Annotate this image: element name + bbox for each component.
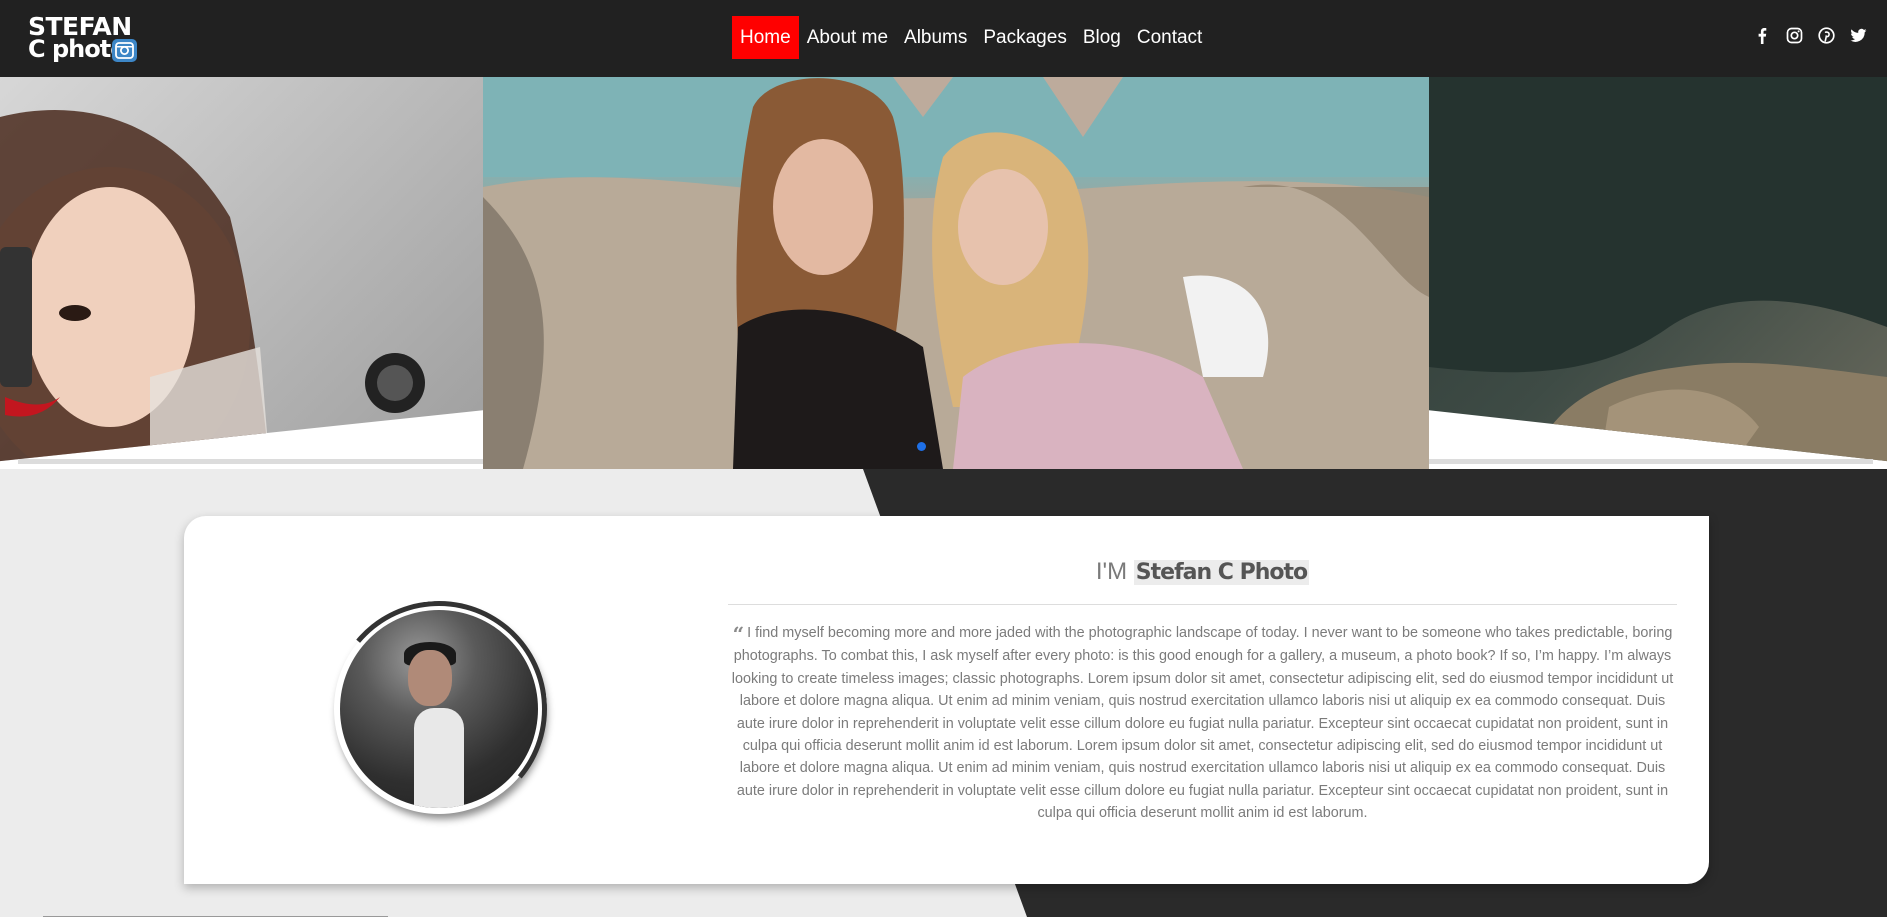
about-divider — [728, 604, 1677, 605]
pinterest-icon[interactable] — [1818, 27, 1835, 44]
nav-item-about-me[interactable]: About me — [799, 16, 896, 59]
nav-item-blog[interactable]: Blog — [1075, 16, 1129, 59]
instagram-icon — [112, 39, 137, 62]
hero-slider[interactable] — [0, 77, 1887, 469]
slider-scrollbar-left — [18, 459, 483, 464]
slide-right-photo[interactable] — [1429, 77, 1887, 462]
about-title-name: Stefan C Photo — [1133, 560, 1310, 585]
social-links — [1754, 27, 1867, 44]
main-nav: Home About me Albums Packages Blog Conta… — [732, 16, 1210, 59]
about-text: “I find myself becoming more and more ja… — [725, 622, 1680, 825]
nav-item-contact[interactable]: Contact — [1129, 16, 1210, 59]
about-title: I'M Stefan C Photo — [729, 558, 1676, 586]
slide-left-photo[interactable] — [0, 77, 483, 462]
slide-center-photo[interactable] — [483, 77, 1429, 469]
nav-item-packages[interactable]: Packages — [975, 16, 1074, 59]
site-header: STEFAN C photo Home About me Albums Pack… — [0, 0, 1887, 77]
twitter-icon[interactable] — [1850, 27, 1867, 44]
slider-dot-active[interactable] — [917, 442, 926, 451]
about-title-prefix: I'M — [1095, 558, 1128, 585]
nav-item-home[interactable]: Home — [732, 16, 799, 59]
about-paragraph: I find myself becoming more and more jad… — [731, 625, 1674, 822]
avatar-face — [408, 650, 452, 706]
site-logo[interactable]: STEFAN C photo — [28, 14, 138, 62]
instagram-icon[interactable] — [1786, 27, 1803, 44]
about-card: I'M Stefan C Photo “I find myself becomi… — [184, 516, 1709, 884]
avatar-shirt — [414, 708, 464, 808]
nav-item-albums[interactable]: Albums — [896, 16, 975, 59]
quote-icon: “ — [732, 622, 745, 646]
avatar-frame — [321, 591, 557, 827]
slider-scrollbar-right — [1429, 459, 1873, 464]
facebook-icon[interactable] — [1754, 27, 1771, 44]
avatar — [340, 610, 538, 808]
